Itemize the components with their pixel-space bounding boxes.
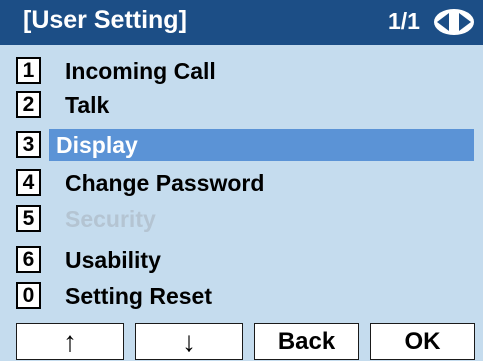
menu-item-display[interactable]: 3 Display: [0, 129, 483, 161]
menu-item-label: Setting Reset: [65, 283, 212, 309]
menu-item-label: Change Password: [65, 170, 265, 196]
menu-item-security: 5 Security: [0, 203, 483, 235]
menu-item-background: [49, 89, 474, 121]
left-right-arrow-icon: [434, 9, 474, 35]
menu-item-number: 5: [16, 205, 41, 232]
menu-item-label: Usability: [65, 247, 161, 273]
menu-item-setting-reset[interactable]: 0 Setting Reset: [0, 280, 483, 312]
menu-item-number: 2: [16, 91, 41, 118]
menu-item-label: Security: [65, 206, 156, 232]
menu-item-label: Talk: [65, 92, 110, 118]
up-arrow-softkey[interactable]: ↑: [16, 323, 124, 360]
menu-item-incoming-call[interactable]: 1 Incoming Call: [0, 55, 483, 87]
menu-item-change-password[interactable]: 4 Change Password: [0, 167, 483, 199]
menu-item-usability[interactable]: 6 Usability: [0, 244, 483, 276]
menu-item-number: 3: [16, 131, 41, 158]
menu-item-number: 1: [16, 57, 41, 84]
menu-item-label: Display: [56, 132, 138, 158]
page-indicator: 1/1: [388, 8, 420, 34]
back-softkey[interactable]: Back: [254, 323, 359, 360]
ok-softkey[interactable]: OK: [370, 323, 475, 360]
menu-item-label: Incoming Call: [65, 58, 216, 84]
down-arrow-softkey[interactable]: ↓: [135, 323, 243, 360]
screen-title: [User Setting]: [23, 6, 187, 34]
menu-item-number: 4: [16, 169, 41, 196]
menu-item-talk[interactable]: 2 Talk: [0, 89, 483, 121]
menu-item-number: 6: [16, 246, 41, 273]
menu-item-number: 0: [16, 282, 41, 309]
title-bar: [User Setting] 1/1: [0, 0, 483, 45]
